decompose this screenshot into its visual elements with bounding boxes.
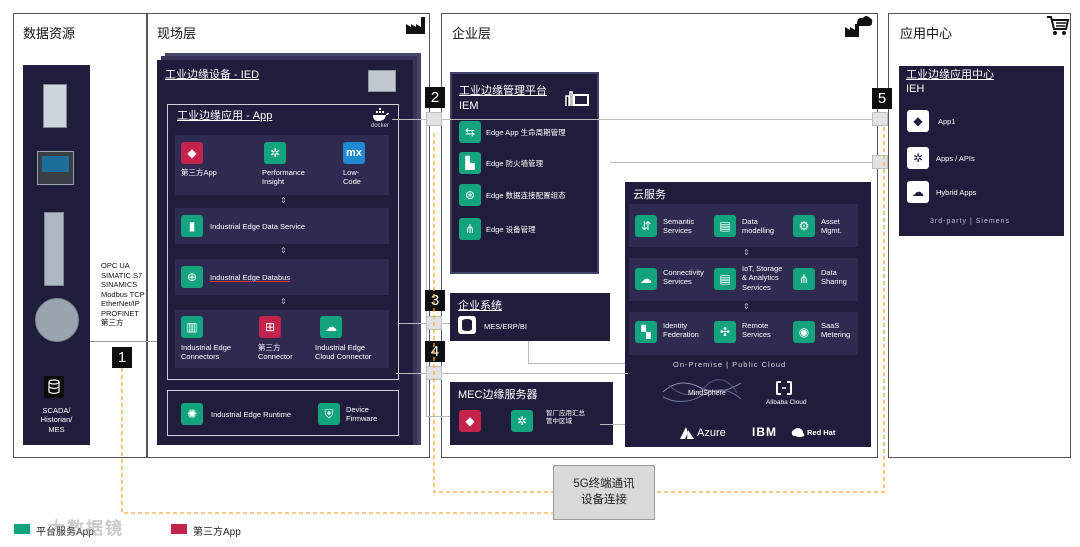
- watermark-text: 大数据镜: [48, 519, 124, 538]
- fiveg-terminal-box: 5G终端通讯 设备连接: [553, 465, 655, 520]
- legend-swatch-platform: [14, 524, 30, 534]
- fiveg-dashed-links: [121, 127, 885, 514]
- legend-label-third-party: 第三方App: [193, 527, 241, 538]
- fiveg-label: 5G终端通讯 设备连接: [573, 477, 635, 506]
- legend-swatch-third-party: [171, 524, 187, 534]
